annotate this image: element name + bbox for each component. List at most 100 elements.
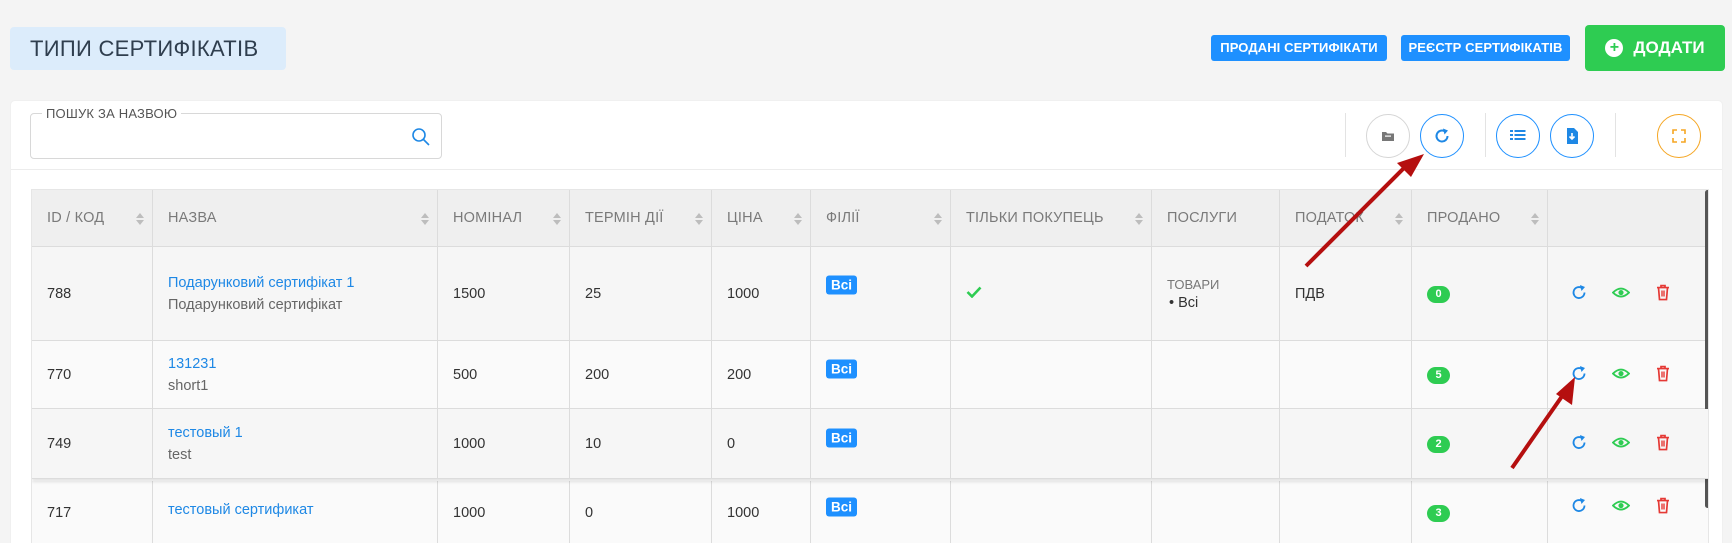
nominal-text: 1000 (453, 504, 486, 521)
refresh-icon[interactable] (1570, 496, 1588, 514)
actions-cell (1548, 481, 1708, 543)
refresh-icon[interactable] (1570, 283, 1588, 301)
branches-cell: Всі (811, 341, 951, 408)
column-header[interactable]: ТЕРМІН ДІЇ (570, 190, 712, 247)
services-cell (1152, 481, 1280, 543)
export-button[interactable] (1550, 114, 1594, 158)
sold-cell: 0 (1412, 247, 1548, 340)
certificate-name-link[interactable]: 131231 (168, 356, 216, 372)
trash-icon[interactable] (1654, 364, 1672, 382)
columns-button[interactable] (1496, 114, 1540, 158)
branches-cell: Всі (811, 481, 951, 543)
folder-button[interactable] (1366, 114, 1410, 158)
trash-icon[interactable] (1654, 433, 1672, 451)
toolbar-separator (1345, 113, 1346, 157)
eye-icon[interactable] (1612, 496, 1630, 514)
name-cell: тестовый 1 test (153, 409, 438, 478)
sold-count-badge: 3 (1427, 504, 1450, 522)
branches-badge: Всі (826, 275, 858, 295)
tax-cell (1280, 341, 1412, 408)
branches-badge: Всі (826, 359, 858, 379)
nominal-cell: 1500 (438, 247, 570, 340)
price-text: 0 (727, 435, 736, 452)
services-cell (1152, 409, 1280, 478)
sort-icon (1395, 213, 1403, 225)
sort-icon (1531, 213, 1539, 225)
column-header[interactable]: НОМІНАЛ (438, 190, 570, 247)
id-cell: 717 (32, 481, 153, 543)
id-text: 717 (47, 504, 72, 521)
fullscreen-icon (1672, 129, 1686, 143)
sold-cell: 2 (1412, 409, 1548, 478)
eye-icon[interactable] (1612, 364, 1630, 382)
term-text: 200 (585, 366, 610, 383)
eye-icon[interactable] (1612, 283, 1630, 301)
term-cell: 10 (570, 409, 712, 478)
eye-icon[interactable] (1612, 433, 1630, 451)
certificates-registry-button[interactable]: РЕЄСТР СЕРТИФІКАТІВ (1401, 35, 1570, 61)
sort-icon (794, 213, 802, 225)
search-field[interactable]: ПОШУК ЗА НАЗВОЮ (30, 106, 442, 159)
term-text: 25 (585, 285, 602, 302)
sold-cell: 5 (1412, 341, 1548, 408)
refresh-icon[interactable] (1570, 433, 1588, 451)
nominal-text: 1500 (453, 285, 486, 302)
branches-badge: Всі (826, 428, 858, 448)
trash-icon[interactable] (1654, 283, 1672, 301)
table-row[interactable]: 749 тестовый 1 test 1000 10 0 Всі 2 (32, 409, 1708, 479)
add-button[interactable]: + ДОДАТИ (1585, 25, 1725, 71)
buyer-only-cell (951, 481, 1152, 543)
sort-icon (553, 213, 561, 225)
services-label: ТОВАРИ (1167, 276, 1220, 292)
download-file-icon (1567, 128, 1578, 144)
price-cell: 0 (712, 409, 811, 478)
search-icon[interactable] (411, 127, 431, 147)
sort-icon (1135, 213, 1143, 225)
certificates-panel: ПОШУК ЗА НАЗВОЮ ID / КОД НАЗВА НОМІНАЛ Т… (11, 101, 1722, 543)
table-row[interactable]: 770 131231 short1 500 200 200 Всі 5 (32, 341, 1708, 409)
sort-icon (136, 213, 144, 225)
sort-icon (934, 213, 942, 225)
refresh-icon (1435, 128, 1449, 143)
certificate-name-link[interactable]: тестовый 1 (168, 425, 243, 441)
term-cell: 200 (570, 341, 712, 408)
actions-cell (1548, 341, 1708, 408)
table-row[interactable]: 788 Подарунковий сертифікат 1 Подарункови… (32, 247, 1708, 341)
trash-icon[interactable] (1654, 496, 1672, 514)
table-row[interactable]: 717 тестовый сертификат 1000 0 1000 Всі … (32, 481, 1708, 543)
fullscreen-button[interactable] (1657, 114, 1701, 158)
term-text: 10 (585, 435, 602, 452)
sort-icon (695, 213, 703, 225)
panel-divider (11, 169, 1722, 170)
folder-icon (1382, 132, 1394, 141)
sold-certificates-button[interactable]: ПРОДАНІ СЕРТИФІКАТИ (1211, 35, 1387, 61)
tax-cell (1280, 409, 1412, 478)
column-header[interactable]: ID / КОД (32, 190, 153, 247)
branches-badge: Всі (826, 497, 858, 517)
column-header[interactable]: ПОСЛУГИ (1152, 190, 1280, 247)
refresh-icon[interactable] (1570, 364, 1588, 382)
column-header[interactable]: ПРОДАНО (1412, 190, 1548, 247)
plus-circle-icon: + (1605, 39, 1624, 57)
column-header[interactable]: НАЗВА (153, 190, 438, 247)
toolbar-separator (1485, 113, 1486, 157)
services-cell (1152, 341, 1280, 408)
id-cell: 788 (32, 247, 153, 340)
certificate-name-link[interactable]: тестовый сертификат (168, 502, 313, 518)
column-header[interactable]: ТІЛЬКИ ПОКУПЕЦЬ (951, 190, 1152, 247)
column-header[interactable]: ФІЛІЇ (811, 190, 951, 247)
sold-count-badge: 2 (1427, 435, 1450, 453)
certificate-name-link[interactable]: Подарунковий сертифікат 1 (168, 275, 354, 291)
price-cell: 1000 (712, 481, 811, 543)
services-item: • Всі (1169, 294, 1199, 311)
price-cell: 1000 (712, 247, 811, 340)
actions-header (1548, 190, 1708, 247)
term-cell: 25 (570, 247, 712, 340)
refresh-button[interactable] (1420, 114, 1464, 158)
nominal-text: 1000 (453, 435, 486, 452)
tax-cell: ПДВ (1280, 247, 1412, 340)
columns-icon (1510, 130, 1526, 140)
column-header[interactable]: ЦІНА (712, 190, 811, 247)
column-header[interactable]: ПОДАТОК (1280, 190, 1412, 247)
certificates-table: ID / КОД НАЗВА НОМІНАЛ ТЕРМІН ДІЇ ЦІНА Ф… (31, 189, 1709, 543)
